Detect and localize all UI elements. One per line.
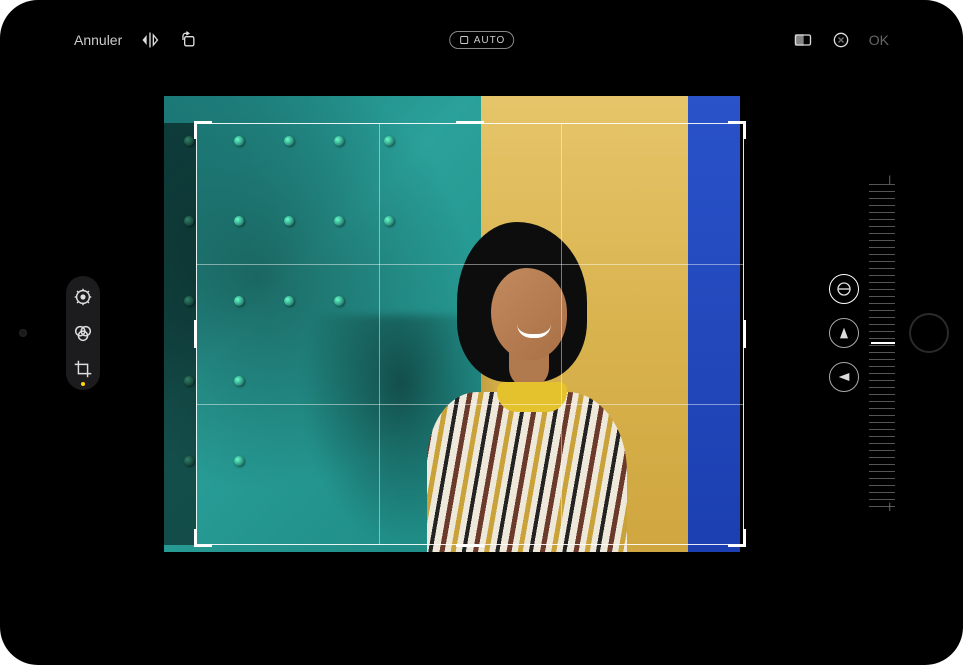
crop-mode-icon[interactable]	[72, 358, 94, 380]
front-camera	[19, 329, 27, 337]
crop-handle-right[interactable]	[743, 320, 746, 348]
photo-canvas[interactable]	[164, 96, 740, 552]
rotate-icon[interactable]	[178, 30, 198, 50]
auto-label: AUTO	[474, 35, 506, 46]
ruler-end-top: |	[889, 174, 891, 184]
vertical-perspective-button[interactable]	[829, 318, 859, 348]
aspect-ratio-icon[interactable]	[793, 30, 813, 50]
cancel-button[interactable]: Annuler	[74, 32, 122, 48]
ruler-end-bottom: |	[889, 501, 891, 511]
flip-horizontal-icon[interactable]	[140, 30, 160, 50]
done-button[interactable]: OK	[869, 32, 889, 48]
edit-mode-rail	[66, 276, 100, 390]
adjust-mode-icon[interactable]	[72, 286, 94, 308]
markup-icon[interactable]	[831, 30, 851, 50]
crop-dim-left	[164, 123, 196, 545]
home-button[interactable]	[909, 313, 949, 353]
ruler-indicator	[871, 342, 895, 344]
horizontal-perspective-button[interactable]	[829, 362, 859, 392]
straighten-ruler[interactable]: | |	[869, 178, 895, 507]
photo-content	[164, 96, 740, 552]
straighten-button[interactable]	[829, 274, 859, 304]
auto-enhance-button[interactable]: AUTO	[449, 31, 515, 49]
filters-mode-icon[interactable]	[72, 322, 94, 344]
ipad-device: Annuler AUTO	[0, 0, 963, 665]
top-toolbar: Annuler AUTO	[60, 18, 903, 62]
photos-edit-screen: Annuler AUTO	[60, 18, 903, 647]
crop-controls-rail	[829, 274, 859, 392]
